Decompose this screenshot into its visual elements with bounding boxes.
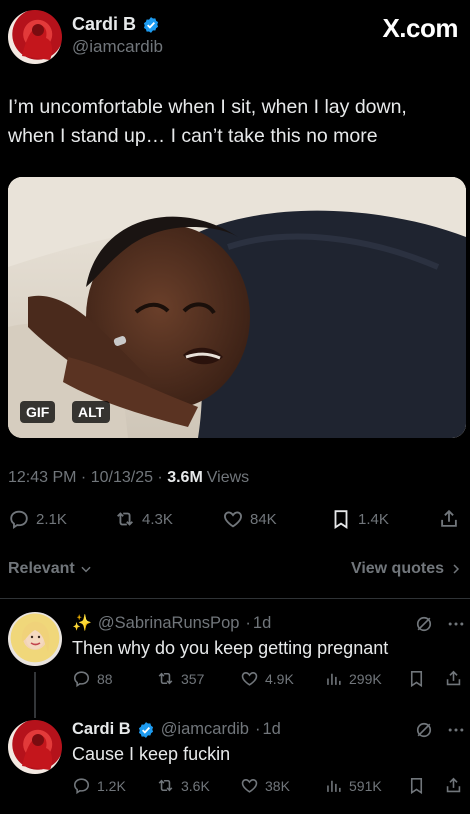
reply-text: Cause I keep fuckin [72, 744, 231, 764]
repost-count: 3.6K [181, 777, 210, 794]
reply-handle[interactable]: @iamcardib [161, 720, 249, 739]
tweet-meta: 12:43 PM · 10/13/25 · 3.6M Views [8, 469, 249, 487]
bookmark-icon [334, 510, 348, 529]
like-icon [241, 779, 258, 793]
author-name[interactable]: Cardi B [72, 14, 136, 35]
views-count: 591K [349, 777, 382, 794]
like-button[interactable]: 84K [222, 508, 277, 530]
like-icon [241, 672, 258, 686]
tweet-text-line-2: when I stand up… I can’t take this no mo… [8, 125, 378, 147]
repost-count: 357 [181, 670, 205, 687]
x-com-watermark: X.com [382, 13, 458, 43]
like-icon [224, 511, 242, 528]
views-count: 299K [349, 670, 382, 687]
crying-man-gif-image [8, 177, 466, 438]
tweet-text: I’m uncomfortable when I sit, when I lay… [8, 93, 407, 151]
verified-badge-icon [138, 721, 153, 738]
like-button[interactable]: 4.9K [240, 669, 294, 688]
more-icon[interactable] [446, 720, 466, 740]
repost-icon [117, 512, 133, 526]
share-icon [441, 509, 457, 527]
avatar-figure-icon [22, 734, 53, 770]
reply-button[interactable]: 2.1K [8, 508, 67, 530]
meta-separator: · [76, 469, 91, 486]
grok-icon[interactable] [414, 614, 434, 634]
author-avatar[interactable] [8, 10, 62, 64]
avatar-figure-icon [22, 24, 53, 60]
repost-button[interactable]: 357 [156, 669, 204, 688]
repost-button[interactable]: 4.3K [114, 508, 173, 530]
like-count: 84K [250, 510, 277, 528]
more-icon[interactable] [446, 614, 466, 634]
chevron-right-icon [453, 564, 460, 574]
repost-icon [158, 672, 173, 685]
repost-count: 4.3K [142, 510, 173, 528]
views-icon [327, 780, 341, 792]
bookmark-icon [410, 670, 423, 688]
verified-badge-icon [143, 16, 159, 33]
sort-dropdown[interactable]: Relevant [8, 560, 93, 578]
alt-badge[interactable]: ALT [72, 401, 111, 423]
reply-action-bar: 1.2K 3.6K 38K 591K [0, 776, 470, 800]
tweet-date[interactable]: 10/13/25 [91, 469, 153, 487]
reply-header: ✨ @SabrinaRunsPop · 1d [72, 613, 271, 633]
bookmark-icon [410, 777, 423, 795]
views-button[interactable]: 591K [324, 776, 382, 795]
reply-age[interactable]: 1d [262, 720, 280, 739]
section-divider [0, 598, 470, 599]
reply-header: Cardi B @iamcardib · 1d [72, 720, 281, 739]
grok-icon[interactable] [414, 720, 434, 740]
views-count: 3.6M [167, 469, 203, 486]
tweet-action-bar: 2.1K 4.3K 84K 1.4K [0, 506, 470, 536]
share-icon [446, 777, 461, 793]
reply-icon [10, 510, 28, 529]
bookmark-button[interactable] [407, 669, 426, 688]
view-quotes-link[interactable]: View quotes [351, 560, 462, 578]
author-handle[interactable]: @iamcardib [72, 37, 163, 57]
views-button[interactable]: 299K [324, 669, 382, 688]
reply-author-name[interactable]: Cardi B [72, 720, 131, 739]
views-icon [327, 673, 341, 685]
sparkles-icon: ✨ [72, 615, 92, 632]
reply-age-separator: · [245, 613, 251, 632]
reply-count: 88 [97, 670, 113, 687]
like-count: 4.9K [265, 670, 294, 687]
reply-avatar-cardi[interactable] [8, 720, 62, 774]
like-count: 38K [265, 777, 290, 794]
share-button[interactable] [444, 776, 463, 795]
share-button[interactable] [444, 669, 463, 688]
view-quotes-label: View quotes [350, 560, 444, 577]
bookmark-count: 1.4K [358, 510, 389, 528]
reply-button[interactable]: 88 [72, 669, 113, 688]
reply-age[interactable]: 1d [253, 614, 271, 633]
like-button[interactable]: 38K [240, 776, 290, 795]
share-button[interactable] [438, 508, 460, 530]
meta-separator: · [152, 469, 168, 486]
reply-icon [73, 778, 90, 795]
reply-count: 2.1K [36, 510, 67, 528]
gif-badge: GIF [20, 401, 56, 423]
sort-label: Relevant [8, 560, 75, 577]
chevron-down-icon [81, 566, 91, 573]
tweet-text-line-1: I’m uncomfortable when I sit, when I lay… [8, 96, 407, 118]
share-icon [446, 670, 461, 686]
reply-button[interactable]: 1.2K [72, 776, 126, 795]
reply-action-bar: 88 357 4.9K 299K [0, 669, 470, 693]
reply-age-separator: · [254, 720, 261, 738]
repost-button[interactable]: 3.6K [156, 776, 210, 795]
bookmark-button[interactable]: 1.4K [330, 508, 389, 530]
reply-avatar-sabrina[interactable] [8, 612, 62, 666]
avatar-portrait-icon [21, 621, 50, 652]
tweet-time[interactable]: 12:43 PM [8, 469, 76, 487]
views-label: Views [206, 469, 250, 486]
reply-text: Then why do you keep getting pregnant [72, 638, 389, 658]
bookmark-button[interactable] [407, 776, 426, 795]
reply-handle[interactable]: @SabrinaRunsPop [98, 614, 240, 633]
reply-icon [73, 671, 90, 688]
tweet-media-gif[interactable]: GIF ALT [8, 177, 466, 438]
reply-count: 1.2K [97, 777, 126, 794]
repost-icon [158, 779, 173, 792]
